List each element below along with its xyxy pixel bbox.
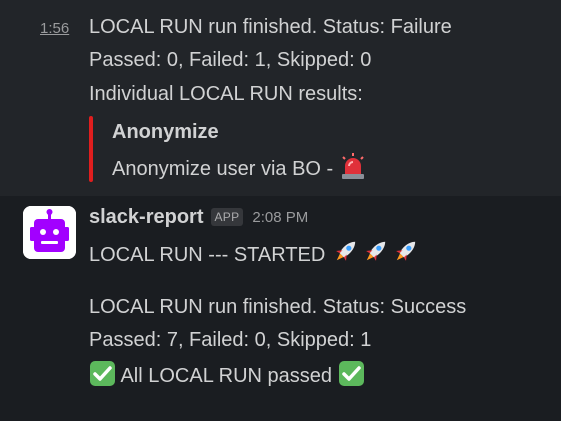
message-text-line: LOCAL RUN run finished. Status: Success bbox=[89, 296, 467, 318]
rocket-icon bbox=[391, 236, 421, 273]
message-timestamp[interactable]: 2:08 PM bbox=[252, 209, 308, 226]
rocket-icon bbox=[331, 236, 361, 273]
attachment-color-bar bbox=[89, 116, 93, 182]
message-text-line: LOCAL RUN --- STARTED bbox=[89, 236, 421, 273]
check-mark-button-icon bbox=[89, 360, 116, 394]
message-text-line: Passed: 7, Failed: 0, Skipped: 1 bbox=[89, 329, 372, 351]
attachment-text-label: Anonymize user via BO - bbox=[112, 158, 339, 180]
check-mark-button-icon bbox=[338, 360, 365, 394]
message-text-line: All LOCAL RUN passed bbox=[89, 360, 365, 394]
message-feed: 1:56 LOCAL RUN run finished. Status: Fai… bbox=[0, 0, 561, 421]
message-text-line: Individual LOCAL RUN results: bbox=[89, 83, 363, 105]
message-timestamp[interactable]: 1:56 bbox=[40, 20, 69, 38]
rocket-icon bbox=[361, 236, 391, 273]
robot-icon bbox=[23, 206, 76, 259]
message-text-line: LOCAL RUN run finished. Status: Failure bbox=[89, 16, 452, 38]
siren-icon bbox=[339, 152, 367, 187]
message-text: All LOCAL RUN passed bbox=[116, 365, 338, 387]
attachment-title: Anonymize bbox=[112, 121, 219, 143]
message-text: LOCAL RUN --- STARTED bbox=[89, 244, 331, 266]
app-badge: APP bbox=[210, 208, 244, 226]
message-text-line: Passed: 0, Failed: 1, Skipped: 0 bbox=[89, 49, 372, 71]
message-header: slack-report APP 2:08 PM bbox=[89, 205, 308, 229]
avatar[interactable] bbox=[23, 206, 76, 259]
attachment-text: Anonymize user via BO - bbox=[112, 152, 367, 187]
sender-name[interactable]: slack-report bbox=[89, 206, 204, 229]
